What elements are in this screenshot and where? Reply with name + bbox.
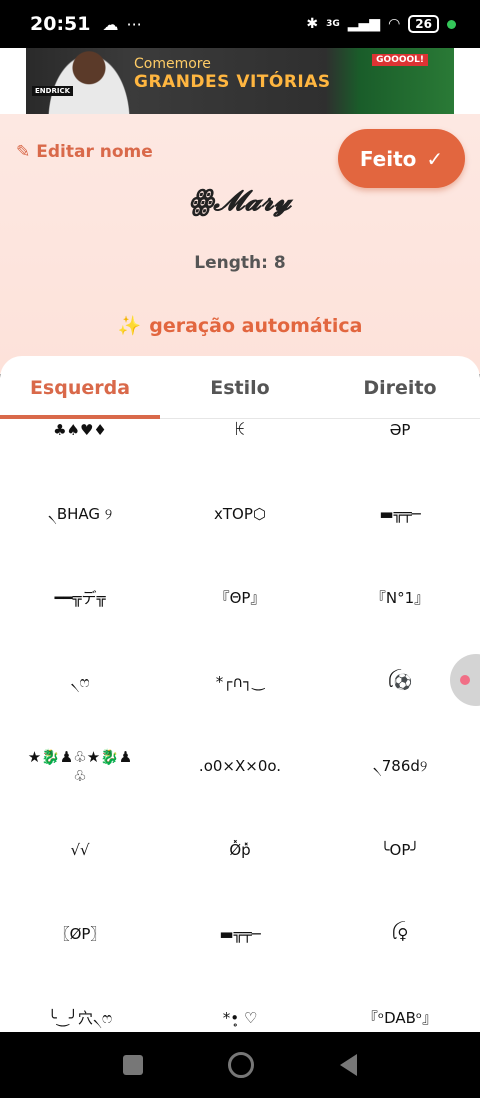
symbol-grid: ♣♠♥♦ ꀘ ƏP ৲BHAG ୨ xTOP⬡ ▬╦╤─ ━━╦デ╦ 『ΘΡ』 『N°1』 ৲ෆ *… [0, 419, 480, 1032]
symbol-option[interactable]: ৲786d୨ [320, 725, 480, 809]
symbol-sheet: Esquerda Estilo Direito ♣♠♥♦ ꀘ ƏP ৲BHAG ୨ xT… [0, 356, 480, 1032]
symbol-option[interactable]: *┌∩┐‿ [160, 641, 320, 725]
battery-icon: 26 [408, 15, 439, 33]
symbol-option[interactable]: ▬╦╤─ [160, 893, 320, 977]
auto-generate-button[interactable]: ✨ geração automática [0, 314, 480, 338]
signal-icon: ▂▄▆ [347, 16, 381, 32]
edit-panel: ✎ Editar nome Feito ✓ ꙮ𝓜𝓪𝓻𝔂 Length: 8 ✨ … [0, 114, 480, 374]
symbol-option[interactable]: ৲ෆ [0, 641, 160, 725]
done-button[interactable]: Feito ✓ [338, 129, 465, 188]
status-bar: 20:51 ☁ ··· ✱ 3G ▂▄▆ ◠ 26 [0, 0, 480, 48]
symbol-option[interactable]: xTOP⬡ [160, 473, 320, 557]
symbol-option[interactable]: ╰‿╯穴৲ෆ [0, 977, 160, 1032]
symbol-option[interactable]: Ø̽p̽ [160, 809, 320, 893]
symbol-option[interactable]: ꪶ♀ [320, 893, 480, 977]
edit-name-button[interactable]: ✎ Editar nome [16, 142, 153, 162]
more-notifications-icon: ··· [126, 14, 142, 34]
check-icon: ✓ [426, 146, 444, 171]
symbol-option[interactable]: ━━╦デ╦ [0, 557, 160, 641]
tab-style[interactable]: Estilo [160, 356, 320, 418]
magic-wand-icon: ✨ [117, 315, 142, 337]
symbol-option[interactable]: ╰OP╯ [320, 809, 480, 893]
ad-player-tag: ENDRICK [32, 86, 74, 96]
symbol-grid-scroll[interactable]: ♣♠♥♦ ꀘ ƏP ৲BHAG ୨ xTOP⬡ ▬╦╤─ ━━╦デ╦ 『ΘΡ』 『N°1』 ৲ෆ *… [0, 419, 480, 1032]
navigation-bar [0, 1032, 480, 1098]
ad-player-image [44, 48, 134, 114]
record-dot-icon [460, 675, 470, 685]
ad-title-line2: GRANDES VITÓRIAS [134, 72, 331, 92]
ad-title-line1: Comemore [134, 56, 211, 72]
bluetooth-icon: ✱ [306, 16, 319, 32]
symbol-option[interactable]: 『ΘΡ』 [160, 557, 320, 641]
network-type: 3G [326, 19, 340, 29]
symbol-option[interactable]: 『N°1』 [320, 557, 480, 641]
privacy-indicator-icon [447, 19, 456, 29]
symbol-option[interactable]: *•̥ ♡ [160, 977, 320, 1032]
ad-banner[interactable]: ENDRICK Comemore GRANDES VITÓRIAS GOOOOL… [26, 48, 454, 114]
back-button[interactable] [340, 1054, 358, 1076]
symbol-option[interactable]: ƏP [320, 419, 480, 473]
symbol-option[interactable]: ♣♠♥♦ [0, 419, 160, 473]
ad-goal-tag: GOOOOL! [372, 54, 428, 66]
auto-generate-label: geração automática [149, 314, 363, 337]
cloud-icon: ☁ [102, 14, 119, 34]
length-label: Length: 8 [194, 253, 286, 273]
symbol-option[interactable]: 〖ØP〗 [0, 893, 160, 977]
tab-bar: Esquerda Estilo Direito [0, 356, 480, 419]
symbol-option[interactable]: ★🐉♟♧★🐉♟ ♧ [0, 725, 160, 809]
nickname-preview: ꙮ𝓜𝓪𝓻𝔂 [188, 184, 292, 217]
symbol-option[interactable]: .o0×X×0o. [160, 725, 320, 809]
symbol-option[interactable]: √√ [0, 809, 160, 893]
ad-strip: ENDRICK Comemore GRANDES VITÓRIAS GOOOOL… [0, 48, 480, 114]
wifi-icon: ◠ [388, 16, 401, 32]
home-button[interactable] [228, 1052, 255, 1078]
recents-button[interactable] [122, 1055, 143, 1075]
tab-left[interactable]: Esquerda [0, 356, 160, 418]
symbol-option[interactable]: ꀘ [160, 419, 320, 473]
done-label: Feito [359, 146, 417, 171]
status-time: 20:51 [30, 13, 91, 35]
symbol-option[interactable]: ৲BHAG ୨ [0, 473, 160, 557]
pencil-icon: ✎ [16, 142, 31, 162]
edit-name-label: Editar nome [36, 142, 153, 162]
symbol-option[interactable]: ▬╦╤─ [320, 473, 480, 557]
symbol-option[interactable]: 『ᵒDABᵒ』 [320, 977, 480, 1032]
tab-right[interactable]: Direito [320, 356, 480, 418]
